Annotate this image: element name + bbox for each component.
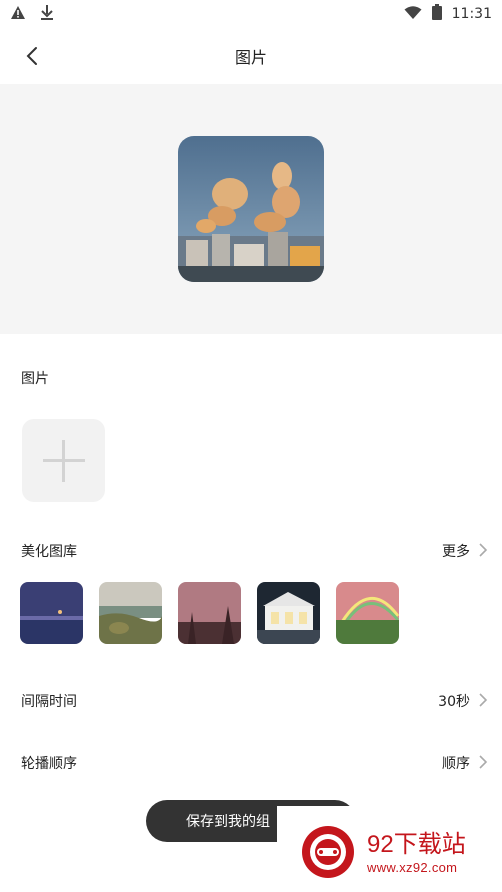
watermark-url: www.xz92.com — [367, 860, 458, 875]
warning-icon — [10, 5, 26, 24]
page-title: 图片 — [234, 48, 267, 67]
watermark: 92下载站 www.xz92.com — [277, 806, 502, 892]
preview-image — [178, 136, 324, 282]
watermark-logo-icon — [302, 826, 354, 878]
gallery-thumb-rainbow-field[interactable] — [336, 582, 399, 644]
interval-label: 间隔时间 — [21, 694, 77, 710]
chevron-right-icon — [479, 543, 488, 557]
chevron-right-icon — [479, 755, 488, 769]
order-value: 顺序 — [442, 756, 470, 772]
chevron-right-icon — [479, 693, 488, 707]
interval-value: 30秒 — [438, 694, 470, 710]
gallery-thumb-night-sea[interactable] — [20, 582, 83, 644]
app-bar: 图片 — [0, 28, 502, 84]
gallery-row[interactable]: 美化图库 更多 — [0, 539, 502, 563]
gallery-list — [20, 582, 399, 644]
wifi-icon — [404, 5, 422, 24]
gallery-more-link[interactable]: 更多 — [442, 541, 470, 561]
gallery-thumb-house-night[interactable] — [257, 582, 320, 644]
save-button-label: 保存到我的组 — [186, 814, 270, 830]
order-row[interactable]: 轮播顺序 顺序 — [0, 751, 502, 775]
order-label: 轮播顺序 — [21, 756, 77, 772]
interval-row[interactable]: 间隔时间 30秒 — [0, 689, 502, 713]
status-left — [10, 4, 54, 24]
preview-area — [0, 84, 502, 334]
download-icon — [40, 4, 54, 24]
gallery-thumb-pink-sky[interactable] — [178, 582, 241, 644]
watermark-title: 92下载站 — [367, 831, 466, 858]
status-right: 11:31 — [404, 4, 492, 24]
add-picture-button[interactable] — [22, 419, 105, 502]
battery-icon — [431, 4, 442, 24]
gallery-label: 美化图库 — [21, 544, 77, 560]
screen: 11:31 图片 图片 美化图库 更多 间隔时间 30秒 轮播顺序 顺序 保存到… — [0, 0, 502, 892]
status-bar: 11:31 — [0, 0, 502, 28]
picture-section-label: 图片 — [21, 371, 49, 387]
gallery-thumb-coast[interactable] — [99, 582, 162, 644]
status-time: 11:31 — [451, 6, 492, 22]
